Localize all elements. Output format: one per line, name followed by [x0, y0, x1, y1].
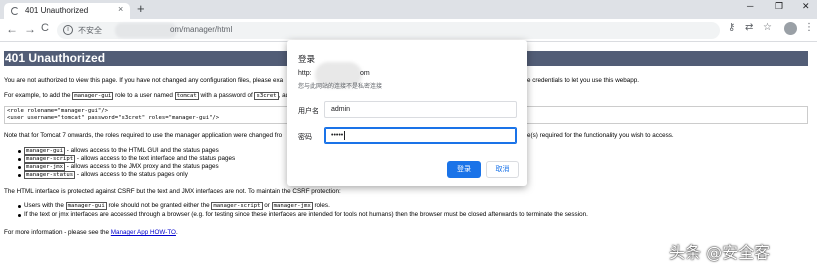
tab-title: 401 Unauthorized	[25, 6, 89, 15]
list-item: manager-status - allows access to the st…	[24, 171, 188, 179]
list-bullet	[18, 174, 21, 177]
dialog-host-prefix: http:	[298, 70, 312, 77]
list-item: manager-jmx - allows access to the JMX p…	[24, 163, 219, 171]
url-text[interactable]: om/manager/html	[170, 25, 232, 34]
close-window-button[interactable]: ✕	[802, 2, 810, 11]
browser-toolbar: ← → C i 不安全 om/manager/html ⚷ ⇄ ☆ ⋮	[0, 19, 817, 42]
info-icon[interactable]: i	[63, 25, 73, 35]
loading-spinner-icon	[11, 7, 19, 15]
address-bar[interactable]: i 不安全 om/manager/html	[57, 22, 720, 39]
username-field[interactable]: admin	[324, 101, 517, 118]
list-item: If the text or jmx interfaces are access…	[24, 211, 588, 218]
list-bullet	[18, 214, 21, 217]
redacted-host	[115, 23, 177, 38]
list-item: manager-gui - allows access to the HTML …	[24, 147, 219, 155]
dialog-title: 登录	[298, 54, 316, 64]
para-csrf: The HTML interface is protected against …	[4, 188, 341, 195]
security-label[interactable]: 不安全	[78, 25, 102, 36]
connection-warning: 您与此网站的连接不是私密连接	[298, 84, 383, 90]
password-label: 密码	[298, 134, 312, 141]
list-bullet	[18, 166, 21, 169]
list-bullet	[18, 205, 21, 208]
key-icon[interactable]: ⚷	[728, 23, 735, 33]
bookmark-star-icon[interactable]: ☆	[763, 23, 772, 33]
text-caret	[344, 130, 346, 140]
para-tomcat7: Note that for Tomcat 7 onwards, the role…	[4, 132, 283, 139]
menu-icon[interactable]: ⋮	[804, 23, 814, 33]
para-more-info: For more information - please see the Ma…	[4, 229, 178, 236]
para-tomcat7-tail: e(s) required for the functionality you …	[527, 132, 674, 139]
browser-tab[interactable]: 401 Unauthorized ×	[4, 3, 130, 19]
list-bullet	[18, 158, 21, 161]
password-field[interactable]: •••••	[324, 127, 517, 144]
page-heading: 401 Unauthorized	[5, 51, 106, 65]
profile-avatar[interactable]	[784, 22, 797, 35]
username-label: 用户名	[298, 108, 319, 115]
reload-button[interactable]: C	[41, 23, 49, 34]
minimize-button[interactable]: ─	[747, 2, 753, 11]
para-example: For example, to add the manager-gui role…	[4, 92, 293, 100]
code-line-role: <role rolename="manager-gui"/>	[7, 108, 109, 114]
para-unauthorized-tail: e credentials to let you use this webapp…	[527, 77, 640, 84]
para-unauthorized: You are not authorized to view this page…	[4, 77, 284, 84]
list-bullet	[18, 150, 21, 153]
cancel-button[interactable]: 取消	[486, 161, 519, 178]
tab-close-icon[interactable]: ×	[118, 5, 123, 14]
list-item: Users with the manager-gui role should n…	[24, 202, 330, 210]
list-item: manager-script - allows access to the te…	[24, 155, 236, 163]
translate-icon[interactable]: ⇄	[745, 23, 753, 33]
back-button[interactable]: ←	[6, 23, 18, 35]
watermark: 头条 @安全客	[669, 243, 771, 262]
login-button[interactable]: 登录	[447, 161, 481, 178]
new-tab-button[interactable]: +	[137, 2, 145, 15]
dialog-host-suffix: om	[360, 70, 370, 77]
code-line-user: <user username="tomcat" password="s3cret…	[7, 115, 220, 121]
login-dialog: 登录 http: om 您与此网站的连接不是私密连接 用户名 admin 密码 …	[287, 40, 527, 186]
browser-titlebar: 401 Unauthorized × + ─ ❐ ✕	[0, 0, 817, 19]
maximize-button[interactable]: ❐	[775, 2, 783, 11]
forward-button[interactable]: →	[24, 23, 36, 35]
manager-howto-link[interactable]: Manager App HOW-TO	[111, 229, 176, 236]
